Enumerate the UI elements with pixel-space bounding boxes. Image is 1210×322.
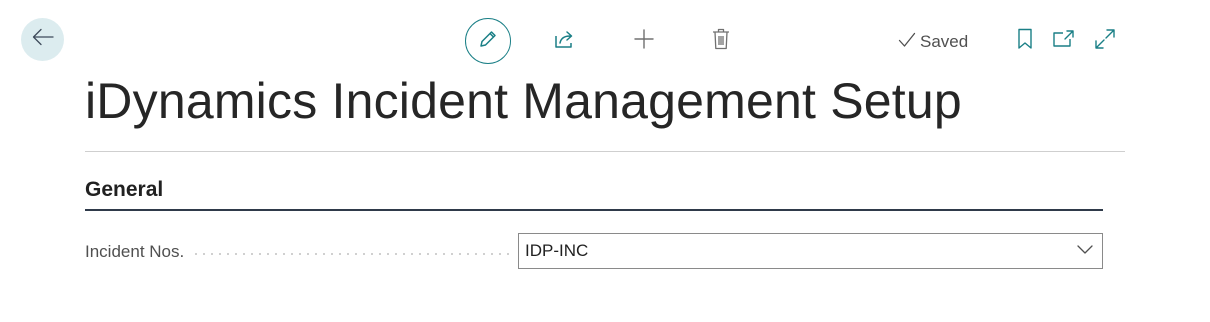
section-divider — [85, 209, 1103, 211]
page-title: iDynamics Incident Management Setup — [85, 73, 962, 129]
incident-nos-value: IDP-INC — [525, 241, 589, 260]
share-icon — [554, 29, 576, 54]
edit-button[interactable] — [465, 18, 511, 64]
delete-button[interactable] — [708, 28, 734, 54]
bookmark-icon — [1017, 28, 1033, 55]
back-button[interactable] — [21, 18, 64, 61]
chevron-down-icon — [1076, 242, 1094, 260]
share-button[interactable] — [552, 28, 578, 54]
saved-label: Saved — [920, 32, 969, 51]
open-new-window-icon — [1052, 29, 1076, 54]
pencil-icon — [478, 29, 498, 54]
open-new-window-button[interactable] — [1050, 28, 1078, 54]
trash-icon — [712, 28, 730, 55]
new-button[interactable] — [631, 28, 657, 54]
expand-icon — [1094, 28, 1116, 55]
field-leader-dots — [192, 253, 510, 255]
arrow-left-icon — [32, 28, 54, 51]
field-label-incident-nos[interactable]: Incident Nos. — [85, 242, 184, 262]
plus-icon — [633, 28, 655, 55]
checkmark-icon — [898, 32, 920, 53]
expand-button[interactable] — [1092, 28, 1118, 54]
saved-status: Saved — [898, 30, 968, 54]
title-divider — [85, 151, 1125, 152]
bookmark-button[interactable] — [1012, 28, 1038, 54]
section-header-general[interactable]: General — [85, 178, 163, 202]
incident-nos-dropdown[interactable]: IDP-INC — [518, 233, 1103, 269]
